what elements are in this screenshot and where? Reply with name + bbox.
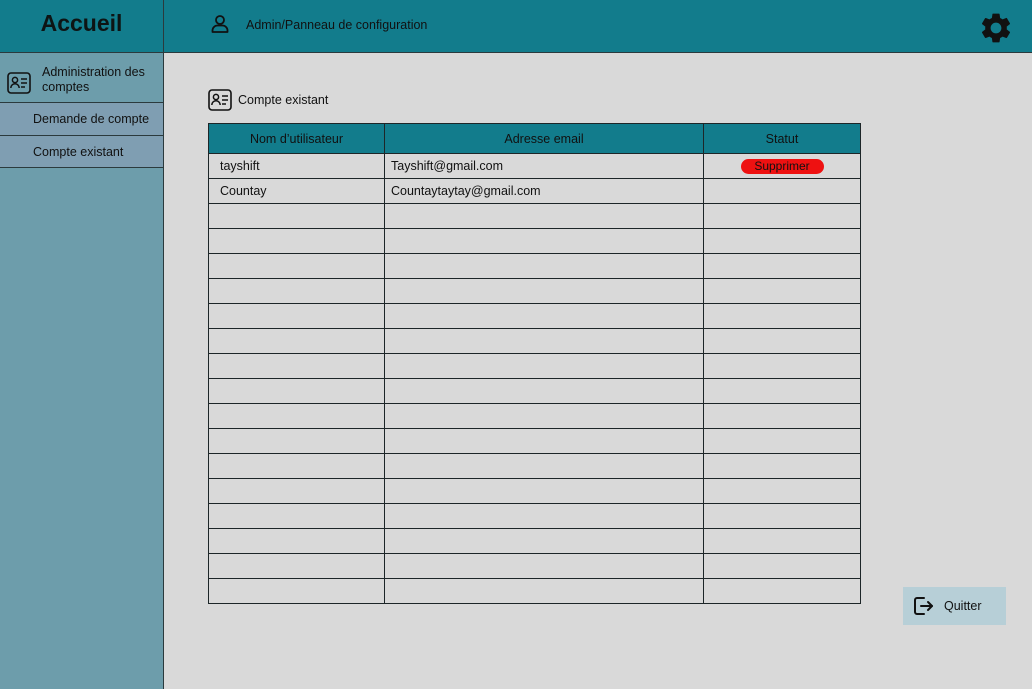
section-title: Compte existant <box>238 93 329 107</box>
cell-status <box>703 428 861 454</box>
cell-username <box>208 203 385 229</box>
cell-status <box>703 278 861 304</box>
cell-email <box>384 553 704 579</box>
table-row[interactable] <box>208 428 861 454</box>
table-row[interactable] <box>208 553 861 579</box>
table-header-row: Nom d’utilisateur Adresse email Statut <box>208 123 861 154</box>
accounts-table: Nom d’utilisateur Adresse email Statut t… <box>208 123 861 604</box>
cell-email <box>384 503 704 529</box>
table-row[interactable] <box>208 403 861 429</box>
cell-email <box>384 328 704 354</box>
cell-username <box>208 528 385 554</box>
cell-username <box>208 578 385 604</box>
cell-email <box>384 578 704 604</box>
sidebar: Administration des comptes Demande de co… <box>0 53 164 689</box>
table-row[interactable] <box>208 228 861 254</box>
sidebar-section-label: Administration des comptes <box>42 65 145 94</box>
cell-username <box>208 453 385 479</box>
cell-username <box>208 378 385 404</box>
cell-status <box>703 553 861 579</box>
table-row[interactable]: Countay Countaytaytay@gmail.com <box>208 178 861 204</box>
cell-email <box>384 428 704 454</box>
cell-status: Supprimer <box>703 153 861 179</box>
cell-status <box>703 178 861 204</box>
cell-username <box>208 403 385 429</box>
cell-status <box>703 403 861 429</box>
column-header-email[interactable]: Adresse email <box>384 123 704 154</box>
table-row[interactable] <box>208 528 861 554</box>
cell-email <box>384 478 704 504</box>
table-row[interactable] <box>208 253 861 279</box>
table-row[interactable] <box>208 353 861 379</box>
cell-username: Countay <box>208 178 385 204</box>
cell-email: Countaytaytay@gmail.com <box>384 178 704 204</box>
gear-icon[interactable] <box>978 10 1014 46</box>
logout-icon <box>914 597 933 615</box>
table-row[interactable]: tayshift Tayshift@gmail.com Supprimer <box>208 153 861 179</box>
sidebar-item-existing-account[interactable]: Compte existant <box>0 136 163 168</box>
cell-email <box>384 203 704 229</box>
cell-username <box>208 328 385 354</box>
cell-status <box>703 303 861 329</box>
cell-status <box>703 453 861 479</box>
column-header-status[interactable]: Statut <box>703 123 861 154</box>
cell-username <box>208 278 385 304</box>
id-card-icon <box>208 89 232 111</box>
sidebar-section-account-admin[interactable]: Administration des comptes <box>0 53 163 103</box>
cell-username <box>208 303 385 329</box>
cell-status <box>703 378 861 404</box>
cell-email <box>384 253 704 279</box>
quit-button[interactable]: Quitter <box>903 587 1006 625</box>
id-card-icon <box>7 72 31 94</box>
cell-status <box>703 228 861 254</box>
sidebar-item-label: Compte existant <box>33 144 124 159</box>
sidebar-item-label: Demande de compte <box>33 112 150 126</box>
cell-status <box>703 478 861 504</box>
cell-status <box>703 503 861 529</box>
cell-email <box>384 403 704 429</box>
breadcrumb: Admin/Panneau de configuration <box>246 18 428 32</box>
cell-status <box>703 203 861 229</box>
cell-username <box>208 428 385 454</box>
user-icon[interactable] <box>210 14 230 34</box>
cell-username <box>208 353 385 379</box>
cell-username: tayshift <box>208 153 385 179</box>
cell-status <box>703 253 861 279</box>
table-row[interactable] <box>208 328 861 354</box>
cell-username <box>208 478 385 504</box>
cell-status <box>703 328 861 354</box>
cell-email <box>384 353 704 379</box>
cell-email <box>384 303 704 329</box>
table-row[interactable] <box>208 478 861 504</box>
cell-email <box>384 453 704 479</box>
home-brand[interactable]: Accueil <box>0 0 164 52</box>
table-row[interactable] <box>208 203 861 229</box>
cell-email <box>384 228 704 254</box>
section-header: Compte existant <box>208 89 328 111</box>
cell-email <box>384 278 704 304</box>
quit-label: Quitter <box>944 599 982 613</box>
brand-title[interactable]: Accueil <box>41 10 123 37</box>
table-row[interactable] <box>208 278 861 304</box>
cell-username <box>208 553 385 579</box>
table-row[interactable] <box>208 453 861 479</box>
cell-email: Tayshift@gmail.com <box>384 153 704 179</box>
cell-username <box>208 253 385 279</box>
column-header-username[interactable]: Nom d’utilisateur <box>208 123 385 154</box>
cell-email <box>384 378 704 404</box>
table-row[interactable] <box>208 503 861 529</box>
cell-status <box>703 353 861 379</box>
cell-status <box>703 578 861 604</box>
table-row[interactable] <box>208 578 861 604</box>
sidebar-item-account-request[interactable]: Demande de compte <box>0 103 163 136</box>
top-header: Accueil Admin/Panneau de configuration <box>0 0 1032 53</box>
cell-status <box>703 528 861 554</box>
cell-username <box>208 228 385 254</box>
delete-button[interactable]: Supprimer <box>740 158 824 174</box>
table-row[interactable] <box>208 378 861 404</box>
cell-email <box>384 528 704 554</box>
cell-username <box>208 503 385 529</box>
table-row[interactable] <box>208 303 861 329</box>
